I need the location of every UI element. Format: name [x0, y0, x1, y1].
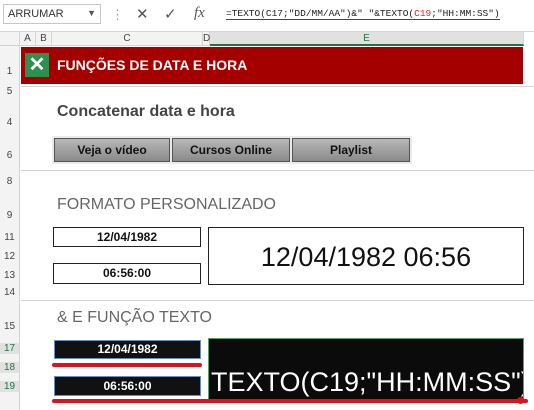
formula-text-part1: =TEXTO(C17;"DD/MM/AA")&" "&TEXTO(	[226, 8, 415, 20]
formula-text-part2: ;"HH:MM:SS")	[431, 8, 500, 20]
time-cell-c19[interactable]: 06:56:00	[54, 376, 201, 396]
page-subtitle: Concatenar data e hora	[57, 103, 235, 120]
date-cell[interactable]: 12/04/1982	[53, 227, 201, 247]
row-header-19[interactable]: 19	[0, 381, 19, 392]
row-header-13[interactable]: 13	[0, 270, 19, 281]
highlight-underline	[52, 399, 528, 403]
formula-input[interactable]: =TEXTO(C17;"DD/MM/AA")&" "&TEXTO(C19;"HH…	[220, 4, 526, 24]
formula-preview-text: TEXTO(C19;"HH:MM:SS")	[211, 367, 524, 397]
row-header-9[interactable]: 9	[0, 210, 19, 221]
column-header-a[interactable]: A	[20, 32, 36, 46]
section-title-text-function: & E FUNÇÃO TEXTO	[57, 309, 212, 326]
row-header-11[interactable]: 11	[0, 232, 19, 243]
row-divider	[21, 170, 534, 171]
column-header-b[interactable]: B	[36, 32, 52, 46]
row-divider	[21, 86, 534, 87]
row-header-18[interactable]: 18	[0, 362, 19, 373]
column-header-c[interactable]: C	[52, 32, 203, 46]
result-cell[interactable]: 12/04/1982 06:56	[208, 227, 524, 285]
row-divider	[21, 300, 534, 301]
section-title-custom-format: FORMATO PERSONALIZADO	[57, 196, 276, 213]
video-button[interactable]: Veja o vídeo	[54, 138, 170, 162]
courses-button[interactable]: Cursos Online	[172, 138, 290, 162]
formula-preview-cell[interactable]: TEXTO(C19;"HH:MM:SS")	[208, 338, 524, 402]
row-header-15[interactable]: 15	[0, 321, 19, 332]
highlight-marker	[517, 397, 524, 404]
separator-dots: ⋮	[111, 7, 124, 22]
row-header-1[interactable]: 1	[0, 66, 19, 77]
row-header-5[interactable]: 5	[0, 86, 19, 97]
select-all-corner[interactable]	[0, 32, 20, 46]
date-cell-c17[interactable]: 12/04/1982	[54, 340, 201, 359]
row-header-14[interactable]: 14	[0, 287, 19, 298]
banner-title: FUNÇÕES DE DATA E HORA	[57, 57, 248, 73]
name-box-value: ARRUMAR	[8, 8, 64, 20]
excel-logo-icon: ✕	[25, 53, 49, 77]
chevron-down-icon[interactable]: ▼	[87, 8, 96, 18]
row-header-4[interactable]: 4	[0, 117, 19, 128]
highlight-underline	[52, 363, 202, 367]
name-box[interactable]: ARRUMAR ▼	[3, 4, 101, 24]
formula-bar: ARRUMAR ▼ ⋮ ✕ ✓ fx =TEXTO(C17;"DD/MM/AA"…	[0, 0, 534, 32]
formula-ref: C19	[414, 8, 432, 20]
fx-icon[interactable]: fx	[194, 5, 205, 22]
playlist-button[interactable]: Playlist	[292, 138, 410, 162]
row-header-12[interactable]: 12	[0, 251, 19, 262]
row-header-17[interactable]: 17	[0, 343, 19, 354]
row-header-8[interactable]: 8	[0, 176, 19, 187]
enter-icon[interactable]: ✓	[164, 5, 177, 23]
cancel-icon[interactable]: ✕	[136, 5, 149, 23]
column-header-d[interactable]: D	[203, 32, 210, 46]
row-header-6[interactable]: 6	[0, 150, 19, 161]
title-banner: ✕ FUNÇÕES DE DATA E HORA	[21, 47, 523, 84]
row-header-strip	[0, 46, 20, 410]
column-header-e[interactable]: E	[210, 32, 524, 46]
time-cell[interactable]: 06:56:00	[53, 263, 201, 284]
